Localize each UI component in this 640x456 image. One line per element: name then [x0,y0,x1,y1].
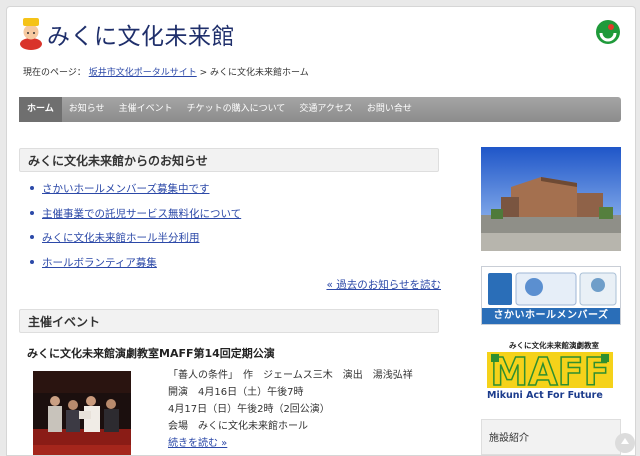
news-section-title: みくに文化未来館からのお知らせ [19,148,439,172]
past-news-link[interactable]: « 過去のお知らせを読む [326,277,441,292]
members-banner-graphic [488,272,617,306]
maff-banner-subtitle: Mikuni Act For Future [487,390,603,401]
breadcrumb: 現在のページ： 坂井市文化ポータルサイト > みくに文化未来館ホーム [23,65,309,78]
mikuni-mascot-icon[interactable] [19,16,43,50]
event-read-more-link[interactable]: 続きを読む » [168,438,227,449]
nav-contact[interactable]: お問い合せ [360,97,419,122]
news-item[interactable]: みくに文化未来館ホール半分利用 [27,230,241,255]
scroll-to-top-button[interactable] [615,433,635,453]
nav-access[interactable]: 交通アクセス [292,97,360,122]
members-banner[interactable]: さかいホールメンバーズ [481,266,621,325]
breadcrumb-separator: > [199,68,208,78]
site-title[interactable]: みくに文化未来館 [47,17,235,51]
news-item[interactable]: ホールボランティア募集 [27,255,241,280]
nav-home[interactable]: ホーム [19,97,62,122]
event-heading[interactable]: みくに文化未来館演劇教室MAFF第14回定期公演 [27,345,275,361]
event-details: 「善人の条件」 作 ジェームス三木 演出 湯浅弘祥 開演 4月16日（土）午後7… [168,367,413,452]
sakai-city-emblem-icon[interactable] [595,19,621,45]
news-item[interactable]: さかいホールメンバーズ募集中です [27,181,241,206]
nav-tickets[interactable]: チケットの購入について [180,97,293,122]
facility-intro-title: 施設紹介 [489,433,529,444]
event-detail-line: 会場 みくに文化未来館ホール [168,421,308,432]
nav-events[interactable]: 主催イベント [112,97,180,122]
facility-intro-box[interactable]: 施設紹介 [481,419,621,455]
news-list: さかいホールメンバーズ募集中です 主催事業での託児サービス無料化について みくに… [27,181,241,279]
breadcrumb-portal-link[interactable]: 坂井市文化ポータルサイト [89,68,197,78]
members-banner-label: さかいホールメンバーズ [482,308,620,324]
breadcrumb-prefix: 現在のページ： [23,68,86,78]
event-detail-line: 4月17日（日）午後2時（2回公演） [168,404,330,415]
event-detail-line: 「善人の条件」 作 ジェームス三木 演出 湯浅弘祥 [168,370,413,381]
maff-banner[interactable]: みくに文化未来館演劇教室 MAFF Mikuni Act For Future [481,340,621,406]
hall-building-photo[interactable] [481,147,621,251]
events-section-title: 主催イベント [19,309,439,333]
page: みくに文化未来館 現在のページ： 坂井市文化ポータルサイト > みくに文化未来館… [6,6,636,456]
event-detail-line: 開演 4月16日（土）午後7時 [168,387,304,398]
maff-logo-text: MAFF [490,350,609,394]
news-item[interactable]: 主催事業での託児サービス無料化について [27,206,241,231]
main-nav: ホーム お知らせ 主催イベント チケットの購入について 交通アクセス お問い合せ [19,97,621,122]
event-photo[interactable] [33,371,131,455]
nav-news[interactable]: お知らせ [62,97,112,122]
site-header: みくに文化未来館 [7,7,635,61]
breadcrumb-current: みくに文化未来館ホーム [210,68,309,78]
